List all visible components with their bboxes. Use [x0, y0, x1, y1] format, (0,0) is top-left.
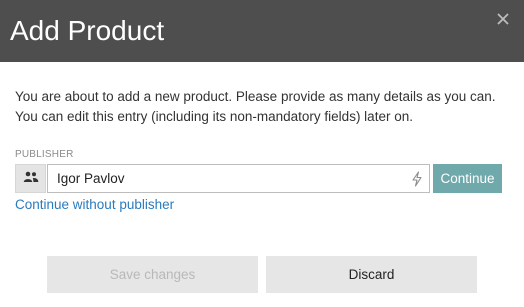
dialog-header: Add Product [0, 0, 524, 62]
publisher-label: PUBLISHER [15, 149, 74, 160]
save-changes-button[interactable]: Save changes [47, 256, 258, 293]
dialog-title: Add Product [10, 15, 165, 46]
continue-button[interactable]: Continue [433, 164, 502, 193]
add-product-dialog: Add Product You are about to add a new p… [0, 0, 524, 307]
discard-button[interactable]: Discard [266, 256, 477, 293]
lightning-icon [411, 171, 423, 187]
close-icon[interactable] [496, 12, 510, 26]
description-line-2: You can edit this entry (including its n… [15, 109, 413, 124]
publisher-input-value: Igor Pavlov [57, 171, 125, 186]
users-icon [23, 170, 39, 188]
publisher-addon [15, 164, 46, 193]
description-line-1: You are about to add a new product. Plea… [15, 89, 496, 104]
continue-without-publisher-link[interactable]: Continue without publisher [15, 196, 174, 214]
publisher-input[interactable]: Igor Pavlov [47, 164, 430, 193]
